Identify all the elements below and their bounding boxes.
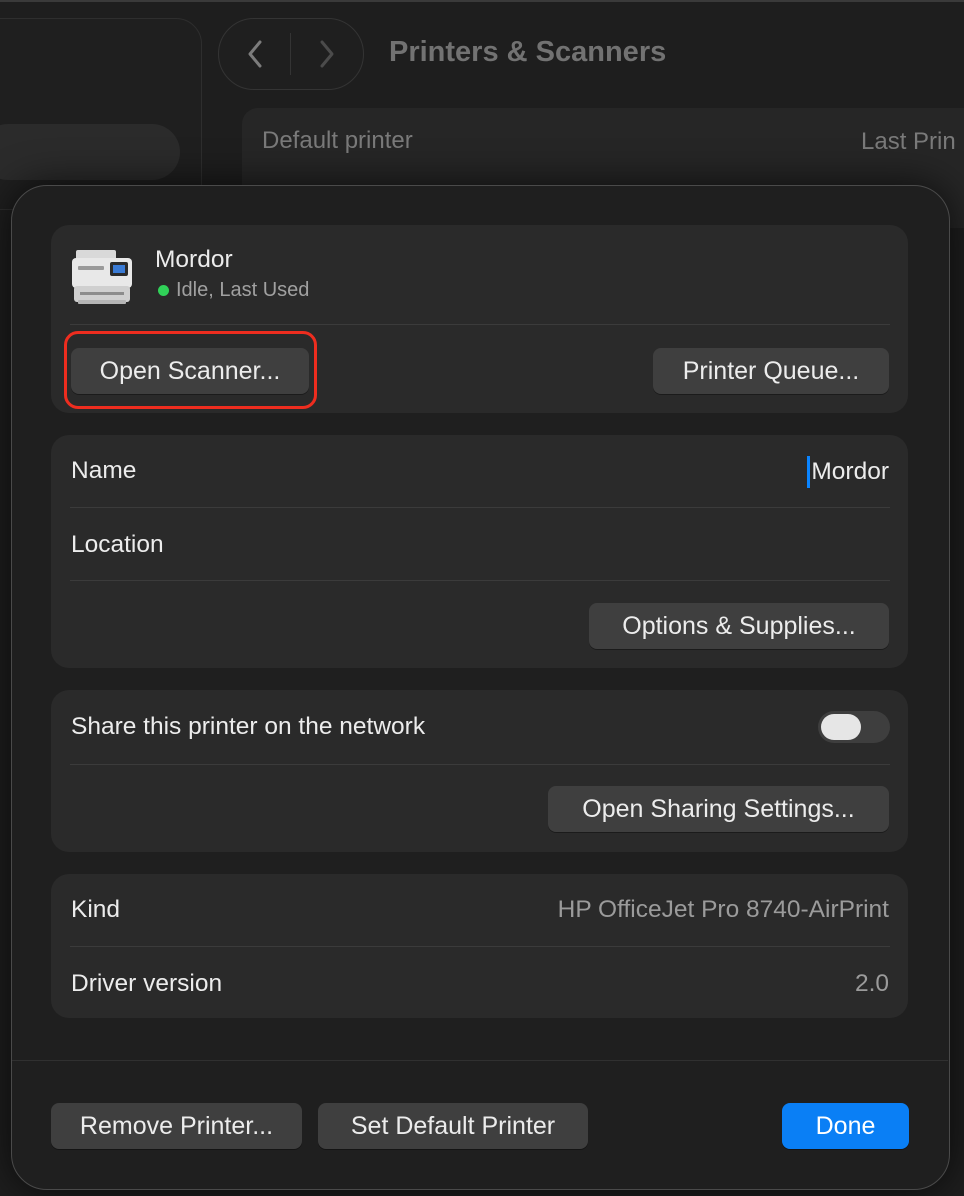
chevron-left-icon bbox=[248, 40, 261, 68]
default-printer-label: Default printer bbox=[262, 127, 413, 154]
driver-version-value: 2.0 bbox=[854, 970, 889, 997]
printer-status-text: Idle, Last Used bbox=[176, 279, 310, 301]
window-top-edge bbox=[0, 0, 964, 2]
divider bbox=[70, 507, 890, 508]
divider bbox=[70, 580, 890, 581]
name-value: Mordor bbox=[811, 458, 889, 485]
options-supplies-button[interactable]: Options & Supplies... bbox=[589, 603, 889, 649]
divider bbox=[70, 946, 890, 947]
printer-queue-button[interactable]: Printer Queue... bbox=[653, 348, 889, 394]
location-label: Location bbox=[71, 531, 164, 558]
driver-version-label: Driver version bbox=[71, 970, 223, 997]
name-field[interactable]: Mordor bbox=[807, 456, 889, 488]
printer-status: Idle, Last Used bbox=[158, 279, 309, 302]
sidebar-selected-item[interactable] bbox=[0, 124, 180, 180]
navigation-buttons bbox=[218, 18, 364, 90]
status-dot-icon bbox=[158, 285, 169, 296]
kind-label: Kind bbox=[71, 896, 121, 923]
sidebar bbox=[0, 18, 202, 210]
done-button[interactable]: Done bbox=[782, 1103, 909, 1149]
name-label: Name bbox=[71, 457, 137, 484]
toggle-knob bbox=[821, 714, 861, 740]
divider bbox=[70, 764, 890, 765]
window-title: Printers & Scanners bbox=[389, 36, 667, 68]
remove-printer-button[interactable]: Remove Printer... bbox=[51, 1103, 302, 1149]
share-printer-toggle[interactable] bbox=[818, 711, 890, 743]
text-caret bbox=[807, 456, 811, 488]
kind-value: HP OfficeJet Pro 8740-AirPrint bbox=[557, 896, 889, 923]
back-button[interactable] bbox=[219, 19, 290, 89]
last-printer-label: Last Prin bbox=[861, 128, 956, 155]
share-printer-label: Share this printer on the network bbox=[71, 713, 426, 740]
printer-icon bbox=[72, 250, 132, 304]
footer-divider bbox=[12, 1060, 948, 1061]
printer-name: Mordor bbox=[155, 246, 233, 273]
open-sharing-settings-button[interactable]: Open Sharing Settings... bbox=[548, 786, 889, 832]
chevron-right-icon bbox=[320, 40, 333, 68]
set-default-printer-button[interactable]: Set Default Printer bbox=[318, 1103, 588, 1149]
divider bbox=[70, 324, 890, 325]
highlight-annotation bbox=[64, 331, 317, 409]
forward-button[interactable] bbox=[291, 19, 362, 89]
